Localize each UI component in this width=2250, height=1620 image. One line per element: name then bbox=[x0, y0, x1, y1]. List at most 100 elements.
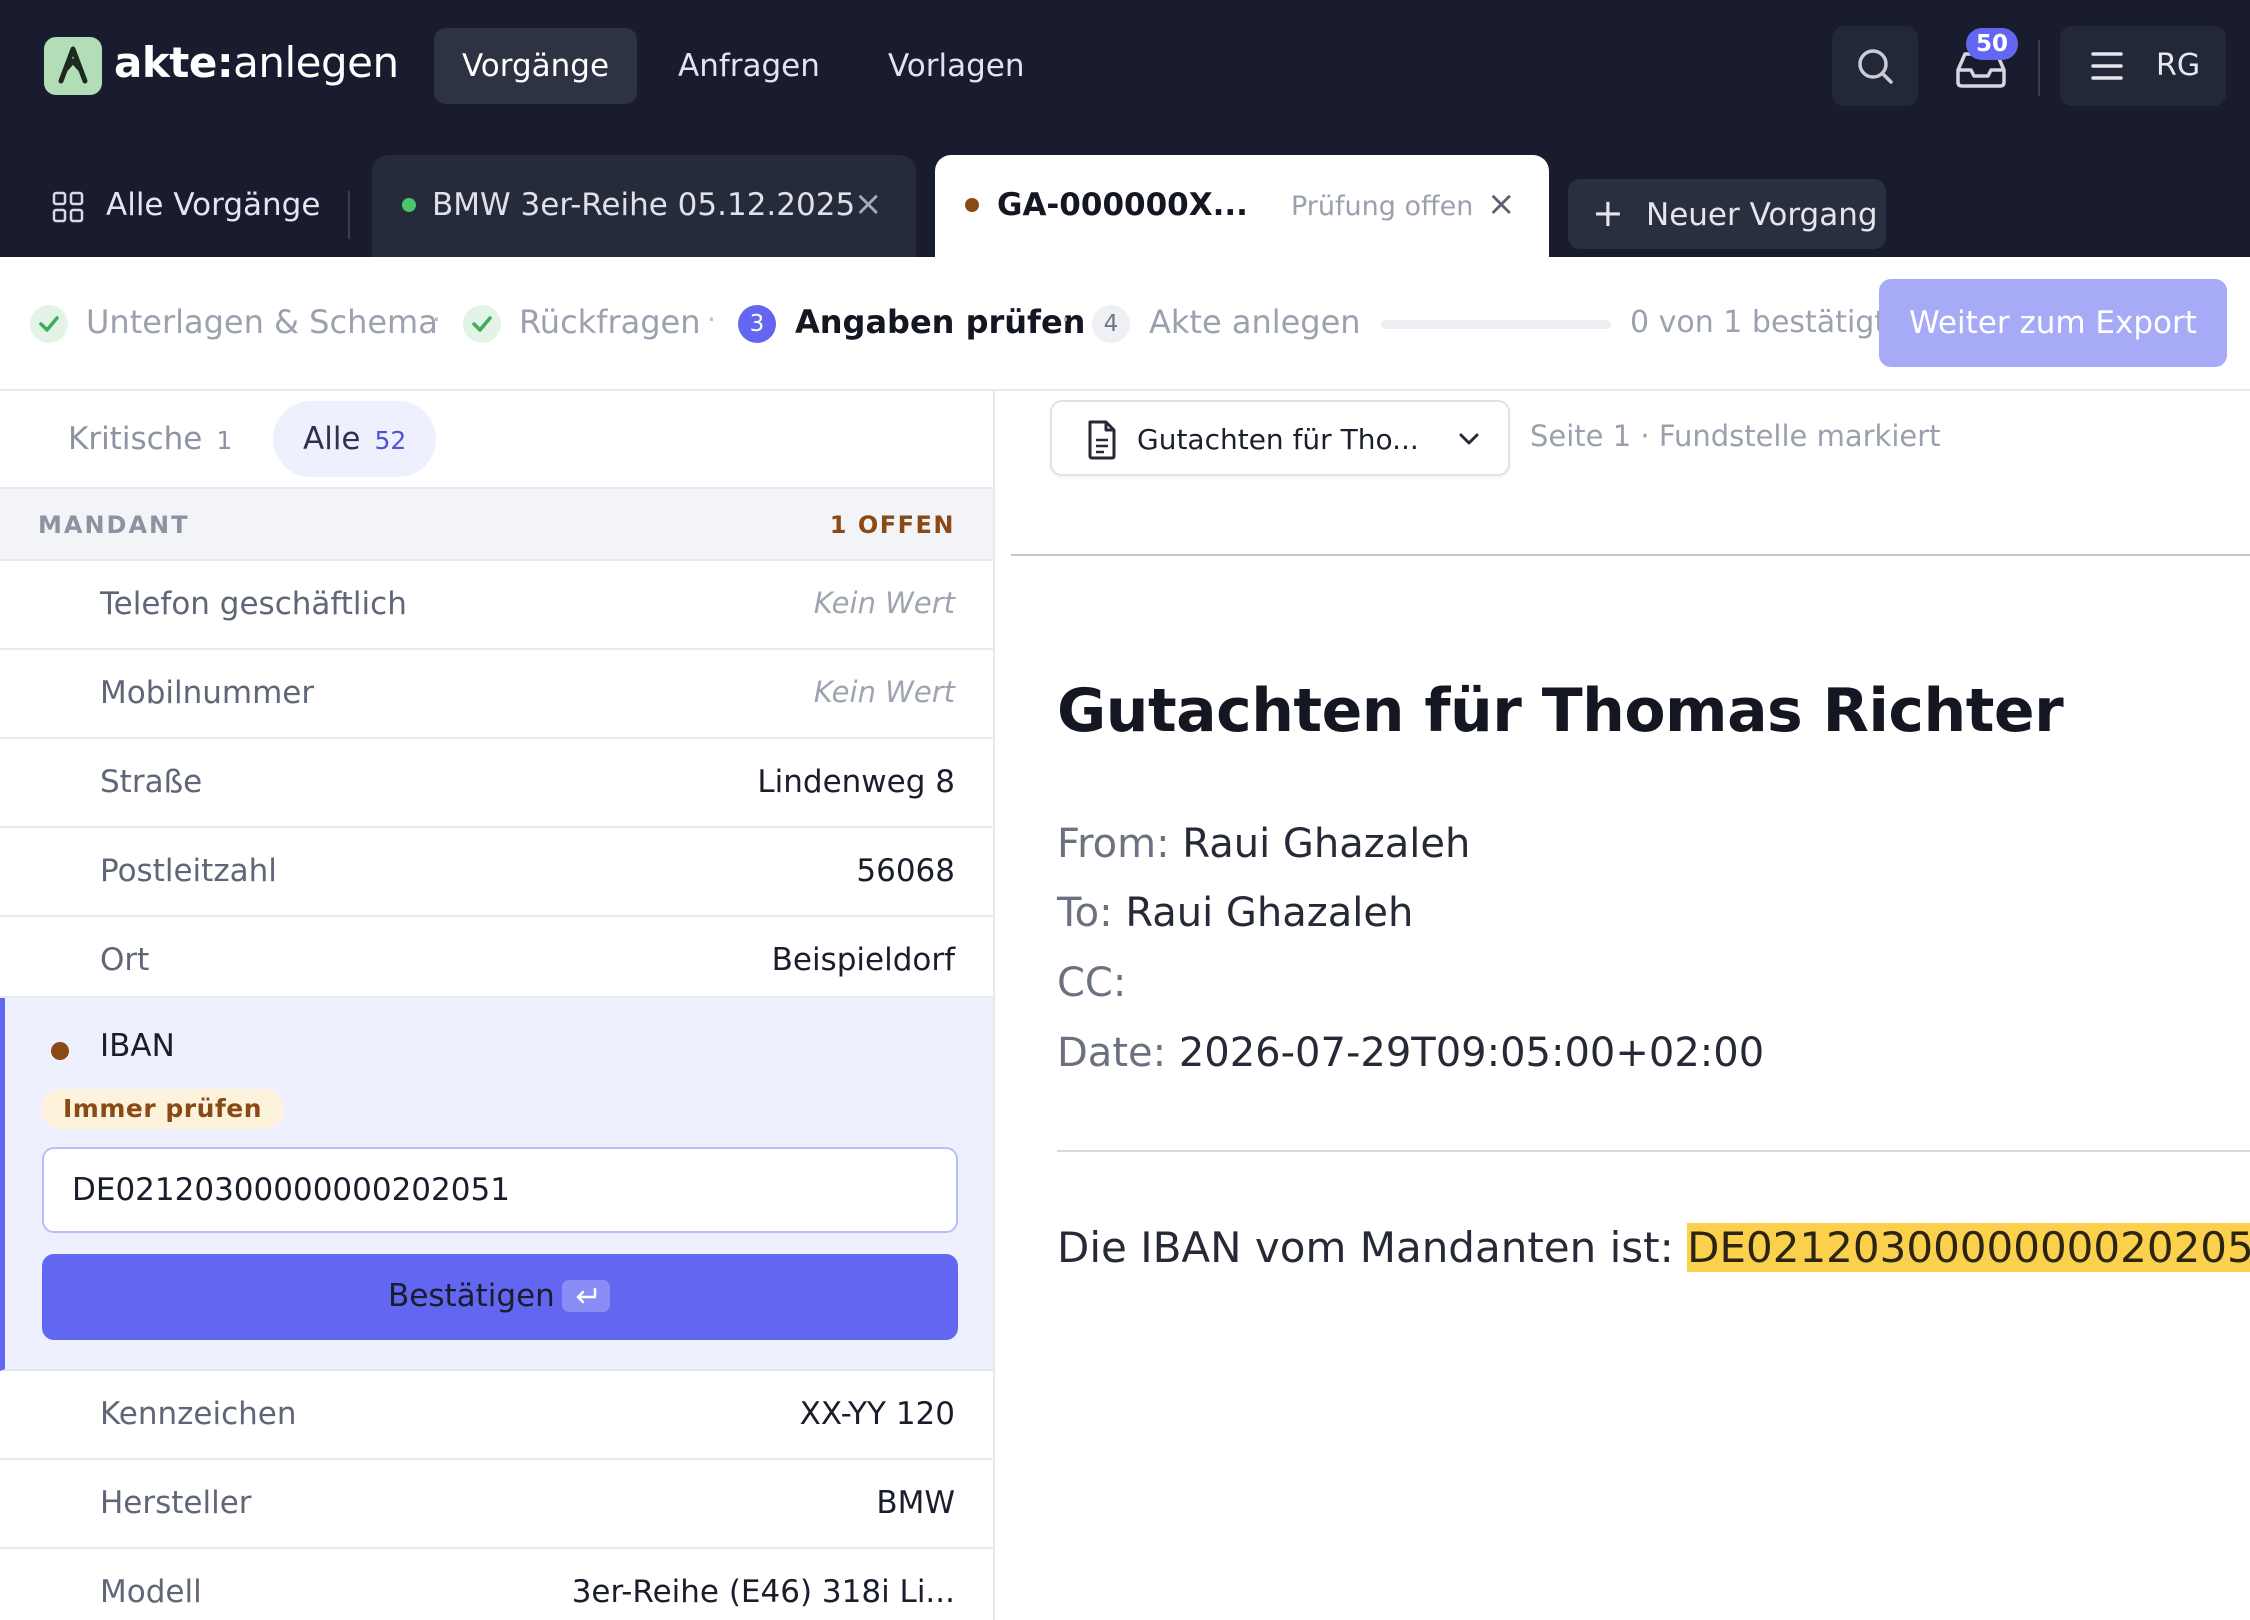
section-header-mandant[interactable]: MANDANT 1 OFFEN bbox=[0, 487, 993, 561]
iban-input[interactable] bbox=[42, 1147, 958, 1233]
document-page-info: Seite 1 · Fundstelle markiert bbox=[1530, 419, 1941, 453]
iban-highlight[interactable]: DE02120300000000202051 bbox=[1687, 1223, 2250, 1272]
document-select[interactable]: Gutachten für Tho... bbox=[1050, 400, 1510, 476]
logo-icon[interactable] bbox=[44, 37, 102, 95]
user-initials: RG bbox=[2156, 48, 2201, 83]
user-menu-button[interactable]: RG bbox=[2060, 26, 2226, 106]
tab-title: BMW 3er-Reihe 05.12.2025 bbox=[432, 187, 856, 223]
field-label: Ort bbox=[100, 942, 150, 978]
close-icon[interactable]: × bbox=[854, 187, 883, 221]
header-value: Raui Ghazaleh bbox=[1182, 821, 1471, 867]
filter-all[interactable]: Alle 52 bbox=[273, 401, 437, 477]
filter-critical[interactable]: Kritische 1 bbox=[38, 401, 262, 477]
step-rueckfragen[interactable]: Rückfragen bbox=[519, 303, 701, 341]
step-unterlagen[interactable]: Unterlagen & Schema bbox=[86, 303, 438, 341]
field-label: Postleitzahl bbox=[100, 853, 277, 889]
check-icon bbox=[463, 305, 501, 343]
field-row[interactable]: Postleitzahl 56068 bbox=[0, 828, 993, 917]
step-separator: · bbox=[1061, 303, 1070, 336]
brand-name[interactable]: akte:anlegen bbox=[114, 38, 399, 87]
field-value: Lindenweg 8 bbox=[757, 764, 955, 800]
section-title: MANDANT bbox=[38, 511, 190, 539]
field-value: Kein Wert bbox=[813, 586, 955, 620]
step-akte-anlegen[interactable]: Akte anlegen bbox=[1149, 303, 1361, 341]
always-check-badge: Immer prüfen bbox=[41, 1089, 285, 1129]
filter-count: 1 bbox=[216, 426, 233, 455]
tab-status: Prüfung offen bbox=[1291, 191, 1474, 222]
top-bar: akte:anlegen Vorgänge Anfragen Vorlagen … bbox=[0, 0, 2250, 137]
header-value: 2026-07-29T09:05:00+02:00 bbox=[1178, 1030, 1765, 1076]
header-key: From: bbox=[1057, 821, 1170, 867]
email-cc: CC: bbox=[1057, 960, 1126, 1006]
nav-vorgaenge[interactable]: Vorgänge bbox=[434, 28, 638, 104]
field-label: Straße bbox=[100, 764, 203, 800]
tab-strip: Alle Vorgänge BMW 3er-Reihe 05.12.2025 ×… bbox=[0, 137, 2250, 257]
search-button[interactable] bbox=[1832, 26, 1918, 106]
enter-key-icon bbox=[562, 1280, 610, 1312]
close-icon[interactable]: × bbox=[1487, 187, 1516, 221]
tab-ga-active[interactable]: GA-000000X... Prüfung offen × bbox=[935, 155, 1549, 257]
divider bbox=[2038, 40, 2040, 96]
confirm-button[interactable]: Bestätigen bbox=[42, 1254, 958, 1340]
confirmed-count: 0 von 1 bestätigt bbox=[1630, 305, 1887, 340]
status-dot bbox=[402, 198, 416, 212]
divider bbox=[1011, 554, 2250, 556]
field-row[interactable]: Modell 3er-Reihe (E46) 318i Li... bbox=[0, 1549, 993, 1620]
document-toolbar: Gutachten für Tho... Seite 1 · Fundstell… bbox=[997, 391, 2250, 487]
document-title: Gutachten für Thomas Richter bbox=[1057, 676, 2064, 746]
tab-bmw[interactable]: BMW 3er-Reihe 05.12.2025 × bbox=[372, 155, 916, 257]
divider bbox=[348, 191, 350, 239]
search-icon bbox=[1858, 49, 1893, 84]
field-value: 3er-Reihe (E46) 318i Li... bbox=[571, 1574, 955, 1610]
email-from: From: Raui Ghazaleh bbox=[1057, 821, 1470, 867]
field-row[interactable]: Hersteller BMW bbox=[0, 1460, 993, 1549]
new-case-button[interactable]: + Neuer Vorgang bbox=[1568, 179, 1886, 249]
document-icon bbox=[1088, 420, 1116, 460]
filter-count: 52 bbox=[374, 426, 407, 455]
filter-label: Kritische bbox=[68, 421, 203, 457]
new-case-label: Neuer Vorgang bbox=[1646, 197, 1878, 233]
step-angaben-pruefen[interactable]: Angaben prüfen bbox=[795, 303, 1085, 341]
divider bbox=[1057, 1150, 2250, 1152]
filter-label: Alle bbox=[303, 421, 361, 457]
field-row[interactable]: Telefon geschäftlich Kein Wert bbox=[0, 561, 993, 650]
body-prefix: Die IBAN vom Mandanten ist: bbox=[1057, 1223, 1674, 1272]
field-review-panel: Kritische 1 Alle 52 MANDANT 1 OFFEN Telefo… bbox=[0, 391, 995, 1620]
field-label: Hersteller bbox=[100, 1485, 252, 1521]
nav-vorlagen[interactable]: Vorlagen bbox=[860, 28, 1053, 104]
iban-review-card: IBAN Immer prüfen Bestätigen bbox=[0, 998, 993, 1371]
inbox-count-badge: 50 bbox=[1966, 28, 2018, 60]
field-label: IBAN bbox=[100, 1028, 175, 1064]
open-count: 1 OFFEN bbox=[829, 511, 955, 539]
status-dot bbox=[51, 1042, 69, 1060]
grid-icon bbox=[52, 191, 84, 223]
field-row[interactable]: Mobilnummer Kein Wert bbox=[0, 650, 993, 739]
field-row[interactable]: Straße Lindenweg 8 bbox=[0, 739, 993, 828]
step-separator: · bbox=[707, 303, 716, 336]
document-body-text: Die IBAN vom Mandanten ist: DE0212030000… bbox=[1057, 1223, 2250, 1272]
header-value: Raui Ghazaleh bbox=[1125, 890, 1414, 936]
export-button[interactable]: Weiter zum Export bbox=[1879, 279, 2227, 367]
field-value: Kein Wert bbox=[813, 675, 955, 709]
step-number: 3 bbox=[738, 305, 776, 343]
step-number: 4 bbox=[1092, 305, 1130, 343]
field-row[interactable]: Ort Beispieldorf bbox=[0, 917, 993, 998]
progress-bar bbox=[1381, 320, 1611, 329]
menu-icon bbox=[2091, 52, 2123, 80]
status-dot bbox=[965, 198, 979, 212]
header-key: CC: bbox=[1057, 960, 1127, 1006]
field-row[interactable]: Kennzeichen XX-YY 120 bbox=[0, 1371, 993, 1460]
field-label: Modell bbox=[100, 1574, 202, 1610]
tab-all-label: Alle Vorgänge bbox=[106, 187, 321, 223]
field-label: Kennzeichen bbox=[100, 1396, 297, 1432]
document-select-label: Gutachten für Tho... bbox=[1137, 423, 1419, 456]
field-value: XX-YY 120 bbox=[799, 1396, 955, 1432]
nav-anfragen[interactable]: Anfragen bbox=[650, 28, 848, 104]
header-key: Date: bbox=[1057, 1030, 1167, 1076]
field-label: Telefon geschäftlich bbox=[100, 586, 407, 622]
plus-icon: + bbox=[1592, 191, 1624, 235]
field-value: 56068 bbox=[856, 853, 955, 889]
email-to: To: Raui Ghazaleh bbox=[1057, 890, 1413, 936]
confirm-label: Bestätigen bbox=[388, 1278, 555, 1314]
stepper: Unterlagen & Schema · Rückfragen · 3 Ang… bbox=[0, 257, 2250, 391]
